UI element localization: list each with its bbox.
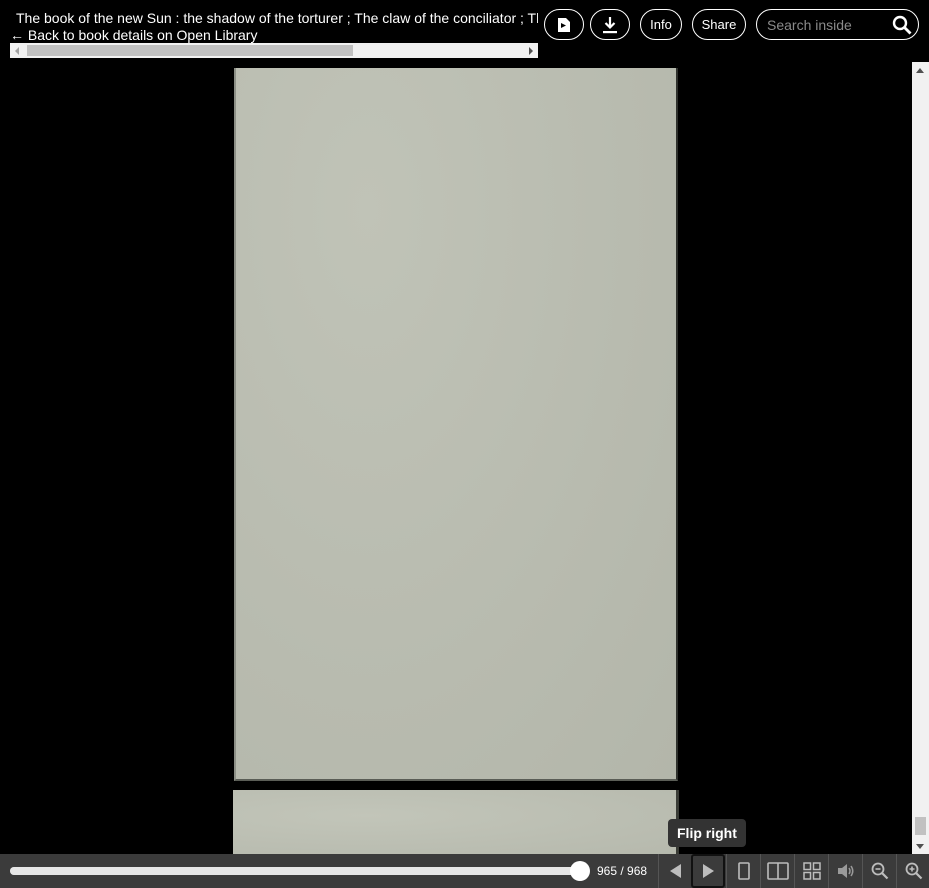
flip-right-button[interactable] (691, 854, 725, 888)
book-page-current[interactable] (234, 68, 678, 781)
page-slider-track[interactable] (10, 867, 582, 875)
bottom-toolbar: 965 / 968 (0, 854, 929, 888)
zoom-out-button[interactable] (862, 854, 896, 888)
triangle-left-icon (669, 864, 681, 878)
read-aloud-button[interactable] (828, 854, 862, 888)
page-view-button[interactable] (544, 9, 584, 40)
two-page-icon (766, 862, 789, 880)
grid-icon (802, 862, 821, 880)
single-page-icon (737, 862, 750, 880)
back-to-book-details-link[interactable]: ← Back to book details on Open Library (10, 27, 257, 43)
vertical-scrollbar-thumb[interactable] (915, 817, 926, 835)
zoom-in-button[interactable] (896, 854, 929, 888)
scroll-up-arrow[interactable] (916, 68, 924, 73)
page-number-indicator: 965 / 968 (597, 864, 648, 878)
page-view-icon (558, 17, 570, 32)
page-slider-handle[interactable] (570, 861, 591, 881)
page-slider-fill (10, 867, 581, 875)
search-icon[interactable] (892, 15, 912, 35)
zoom-in-icon (905, 862, 922, 880)
download-icon (603, 16, 617, 33)
info-button[interactable]: Info (640, 9, 682, 40)
flip-right-tooltip: Flip right (668, 819, 746, 847)
page-vertical-scrollbar[interactable] (912, 62, 929, 854)
speaker-icon (837, 864, 853, 878)
zoom-out-icon (871, 862, 888, 880)
title-horizontal-scrollbar[interactable] (10, 43, 538, 58)
share-button[interactable]: Share (692, 9, 746, 40)
scrollbar-thumb[interactable] (27, 45, 353, 56)
book-page-next[interactable] (233, 790, 679, 854)
scroll-left-arrow[interactable] (10, 43, 25, 58)
search-box (756, 9, 919, 40)
scroll-down-arrow[interactable] (916, 844, 924, 849)
triangle-right-icon (703, 864, 714, 878)
two-page-view-button[interactable] (760, 854, 794, 888)
book-title: The book of the new Sun : the shadow of … (16, 10, 538, 26)
thumbnail-view-button[interactable] (794, 854, 828, 888)
download-button[interactable] (590, 9, 630, 40)
search-input[interactable] (767, 15, 887, 35)
flip-left-button[interactable] (658, 854, 692, 888)
book-reader: The book of the new Sun : the shadow of … (0, 0, 929, 888)
one-page-view-button[interactable] (726, 854, 760, 888)
scroll-right-arrow[interactable] (523, 43, 538, 58)
